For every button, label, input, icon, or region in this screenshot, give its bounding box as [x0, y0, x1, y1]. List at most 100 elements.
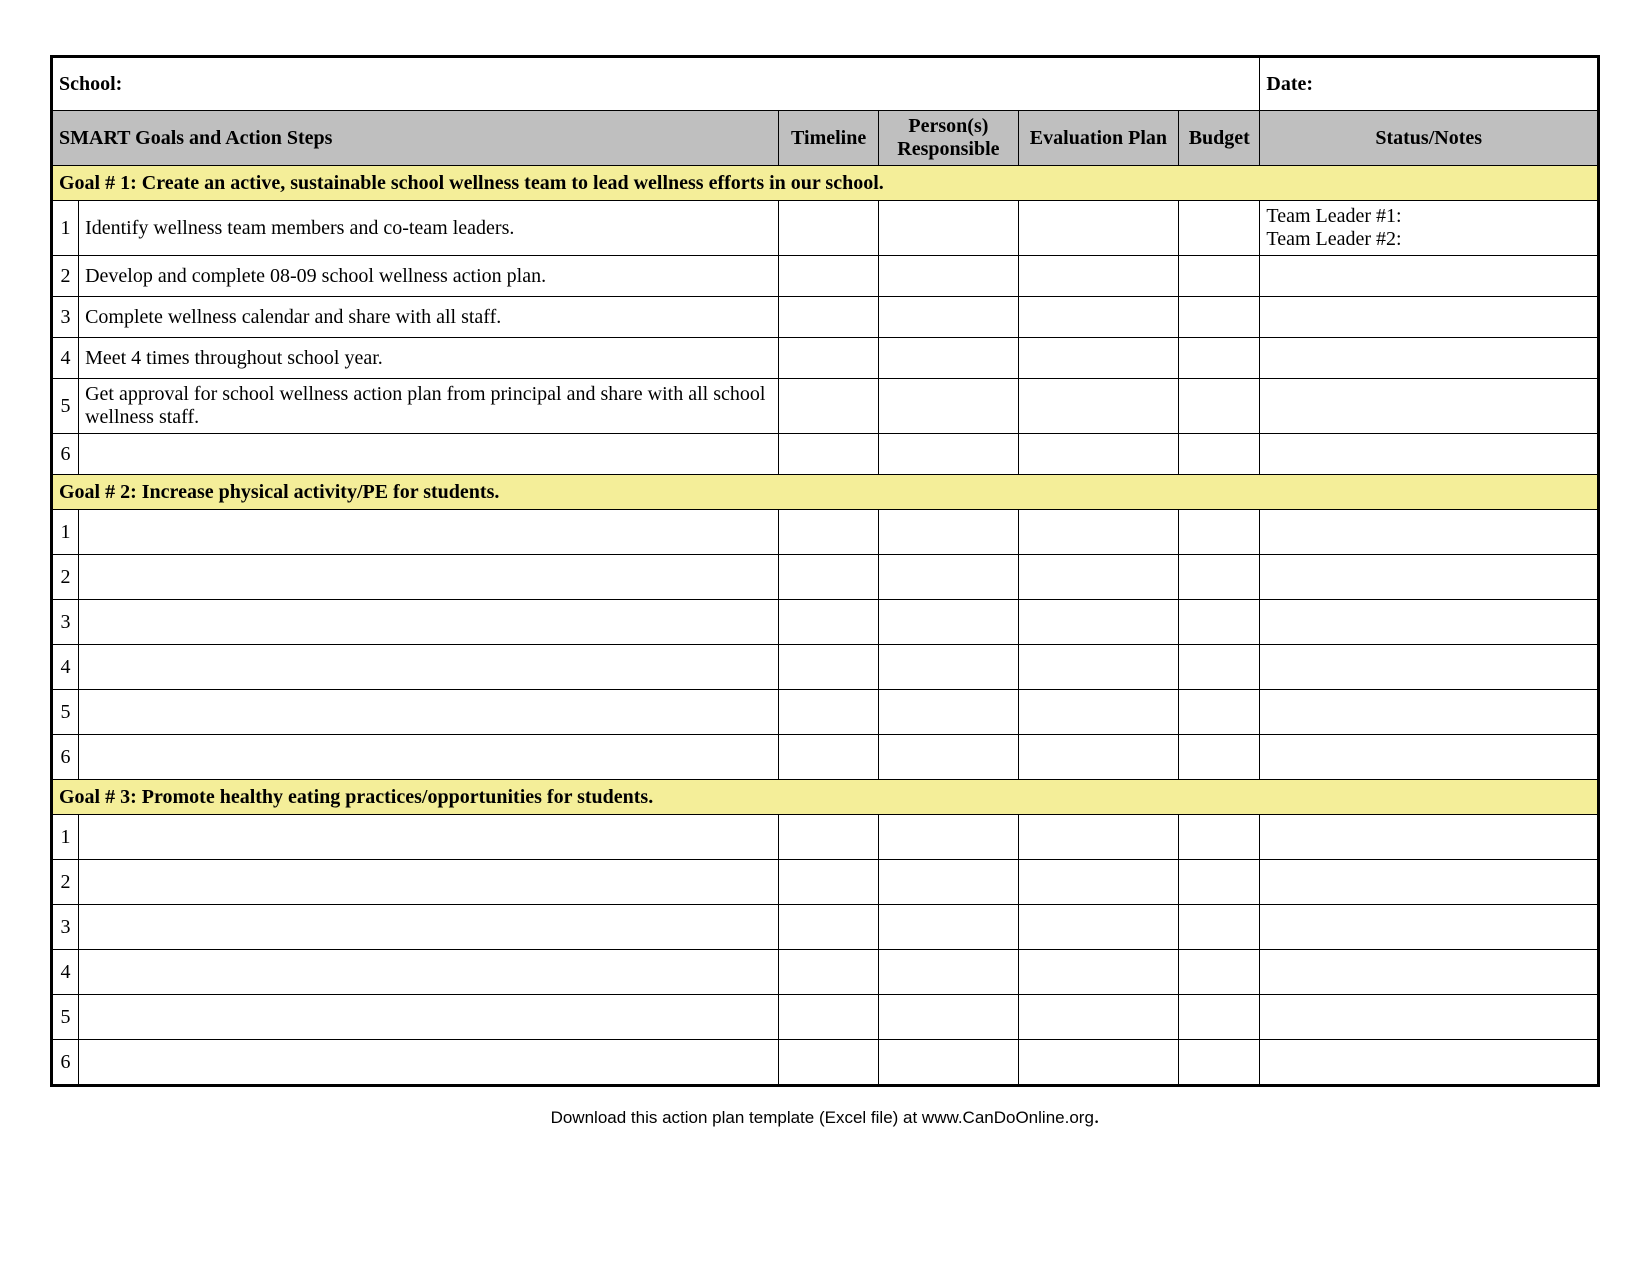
table-row: 3 — [52, 905, 1599, 950]
step-desc — [79, 905, 779, 950]
step-eval — [1018, 434, 1178, 475]
step-budget — [1179, 815, 1260, 860]
header-row: School: Date: — [52, 57, 1599, 111]
step-number: 3 — [52, 297, 79, 338]
step-timeline — [779, 256, 879, 297]
table-row: 2 — [52, 860, 1599, 905]
step-timeline — [779, 645, 879, 690]
footer-text: Download this action plan template (Exce… — [551, 1108, 1094, 1127]
step-persons — [879, 338, 1019, 379]
step-desc — [79, 735, 779, 780]
step-status — [1260, 735, 1599, 780]
step-persons — [879, 995, 1019, 1040]
step-budget — [1179, 434, 1260, 475]
step-desc — [79, 434, 779, 475]
step-number: 2 — [52, 256, 79, 297]
step-status — [1260, 995, 1599, 1040]
table-row: 4 Meet 4 times throughout school year. — [52, 338, 1599, 379]
table-row: 6 — [52, 1040, 1599, 1086]
step-persons — [879, 860, 1019, 905]
step-timeline — [779, 600, 879, 645]
step-budget — [1179, 690, 1260, 735]
step-number: 2 — [52, 555, 79, 600]
step-status — [1260, 905, 1599, 950]
step-desc — [79, 995, 779, 1040]
goal-title: Goal # 2: Increase physical activity/PE … — [52, 475, 1599, 510]
step-desc — [79, 555, 779, 600]
step-number: 6 — [52, 434, 79, 475]
step-persons — [879, 555, 1019, 600]
step-budget — [1179, 600, 1260, 645]
step-eval — [1018, 690, 1178, 735]
table-row: 3 — [52, 600, 1599, 645]
step-persons — [879, 690, 1019, 735]
step-number: 4 — [52, 338, 79, 379]
step-persons — [879, 735, 1019, 780]
table-row: 6 — [52, 735, 1599, 780]
step-persons — [879, 256, 1019, 297]
table-row: 2 Develop and complete 08-09 school well… — [52, 256, 1599, 297]
step-persons — [879, 645, 1019, 690]
step-budget — [1179, 645, 1260, 690]
step-persons — [879, 201, 1019, 256]
step-status — [1260, 600, 1599, 645]
table-row: 2 — [52, 555, 1599, 600]
footer-dot: . — [1094, 1103, 1100, 1128]
step-eval — [1018, 645, 1178, 690]
step-eval — [1018, 1040, 1178, 1086]
table-row: 5 — [52, 995, 1599, 1040]
table-row: 1 — [52, 815, 1599, 860]
step-eval — [1018, 995, 1178, 1040]
step-number: 2 — [52, 860, 79, 905]
step-eval — [1018, 905, 1178, 950]
step-budget — [1179, 995, 1260, 1040]
step-desc — [79, 860, 779, 905]
step-status — [1260, 379, 1599, 434]
step-budget — [1179, 1040, 1260, 1086]
step-persons — [879, 379, 1019, 434]
step-number: 3 — [52, 600, 79, 645]
table-row: 5 — [52, 690, 1599, 735]
table-row: 1 Identify wellness team members and co-… — [52, 201, 1599, 256]
step-persons — [879, 434, 1019, 475]
step-status — [1260, 815, 1599, 860]
step-number: 5 — [52, 995, 79, 1040]
action-plan-table: School: Date: SMART Goals and Action Ste… — [50, 55, 1600, 1087]
step-timeline — [779, 434, 879, 475]
step-persons — [879, 600, 1019, 645]
step-desc — [79, 815, 779, 860]
step-budget — [1179, 256, 1260, 297]
step-status — [1260, 690, 1599, 735]
step-eval — [1018, 297, 1178, 338]
step-status — [1260, 645, 1599, 690]
step-number: 6 — [52, 1040, 79, 1086]
goal-header: Goal # 3: Promote healthy eating practic… — [52, 780, 1599, 815]
footer-note: Download this action plan template (Exce… — [50, 1103, 1600, 1129]
col-goals: SMART Goals and Action Steps — [52, 111, 779, 166]
col-timeline: Timeline — [779, 111, 879, 166]
step-status — [1260, 434, 1599, 475]
step-persons — [879, 950, 1019, 995]
step-timeline — [779, 297, 879, 338]
step-eval — [1018, 860, 1178, 905]
step-eval — [1018, 555, 1178, 600]
step-eval — [1018, 256, 1178, 297]
step-status — [1260, 338, 1599, 379]
date-label: Date: — [1260, 57, 1599, 111]
table-row: 3 Complete wellness calendar and share w… — [52, 297, 1599, 338]
step-number: 6 — [52, 735, 79, 780]
step-status — [1260, 510, 1599, 555]
step-budget — [1179, 950, 1260, 995]
step-timeline — [779, 735, 879, 780]
step-status — [1260, 860, 1599, 905]
step-eval — [1018, 201, 1178, 256]
step-desc: Complete wellness calendar and share wit… — [79, 297, 779, 338]
step-eval — [1018, 950, 1178, 995]
step-number: 4 — [52, 645, 79, 690]
step-number: 3 — [52, 905, 79, 950]
goal-title: Goal # 1: Create an active, sustainable … — [52, 166, 1599, 201]
table-row: 1 — [52, 510, 1599, 555]
step-budget — [1179, 338, 1260, 379]
step-number: 1 — [52, 201, 79, 256]
table-row: 5 Get approval for school wellness actio… — [52, 379, 1599, 434]
